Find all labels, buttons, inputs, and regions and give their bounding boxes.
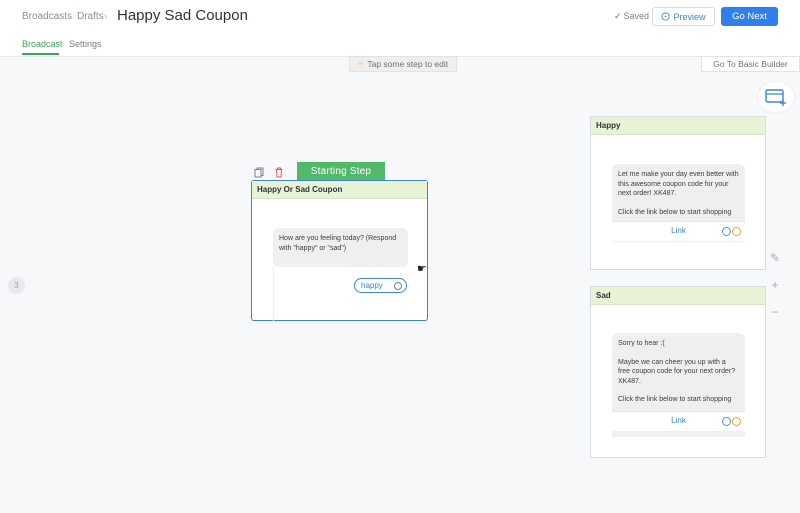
- coin-icon[interactable]: [732, 227, 741, 236]
- top-header: Broadcasts › Drafts › Happy Sad Coupon ✓…: [0, 0, 800, 56]
- zoom-out-icon[interactable]: −: [765, 302, 785, 322]
- divider: [273, 267, 274, 321]
- preview-label: Preview: [673, 11, 706, 22]
- step-card-happy[interactable]: Happy Let me make your day even better w…: [590, 116, 766, 270]
- cursor-icon: ☛: [417, 263, 427, 275]
- edit-hint-text: Tap some step to edit: [367, 59, 449, 69]
- link-icon[interactable]: [722, 227, 731, 236]
- quick-reply-happy[interactable]: happy: [354, 278, 407, 293]
- breadcrumb-broadcasts[interactable]: Broadcasts: [22, 11, 72, 22]
- chevron-right-icon: ›: [104, 11, 108, 22]
- step-toolbar: [254, 163, 284, 181]
- trash-icon[interactable]: [274, 167, 284, 178]
- message-text: Let me make your day even better with th…: [618, 171, 739, 197]
- link-icon[interactable]: [722, 417, 731, 426]
- coin-icon[interactable]: [732, 417, 741, 426]
- step-title: Sad: [591, 287, 765, 305]
- copy-icon[interactable]: [254, 167, 264, 178]
- step-count-badge[interactable]: 3: [8, 277, 25, 294]
- quick-reply-label: happy: [361, 281, 383, 290]
- message-text: Maybe we can cheer you up with a free co…: [618, 358, 736, 385]
- message-bubble[interactable]: How are you feeling today? (Respond with…: [273, 228, 408, 267]
- save-status-label: Saved: [623, 11, 650, 21]
- preview-button[interactable]: Preview: [652, 7, 715, 26]
- add-step-icon: [765, 89, 786, 106]
- check-icon: ✓: [614, 11, 622, 21]
- message-text: Click the link below to start shopping: [618, 396, 732, 403]
- edit-hint: ☝ Tap some step to edit: [349, 56, 457, 72]
- step-card-sad[interactable]: Sad Sorry to hear :( Maybe we can cheer …: [590, 286, 766, 458]
- add-step-button[interactable]: [758, 82, 794, 112]
- chevron-right-icon: ›: [67, 11, 71, 22]
- preview-icon: [661, 12, 671, 21]
- magic-wand-icon[interactable]: ✎: [765, 248, 785, 268]
- page-title[interactable]: Happy Sad Coupon: [117, 7, 248, 24]
- link-button-row[interactable]: Link: [612, 411, 745, 431]
- tab-broadcast[interactable]: Broadcast: [22, 39, 63, 49]
- go-next-button[interactable]: Go Next: [721, 7, 778, 26]
- step-title: Happy Or Sad Coupon: [252, 181, 427, 199]
- message-text: Click the link below to start shopping: [618, 208, 732, 216]
- connector-icon[interactable]: [394, 282, 402, 290]
- starting-step-tag: Starting Step: [297, 162, 385, 181]
- link-button-row[interactable]: Link: [612, 221, 745, 241]
- breadcrumb-drafts[interactable]: Drafts: [77, 11, 104, 22]
- hand-icon: ☝: [357, 58, 364, 69]
- message-text: Sorry to hear :(: [618, 340, 665, 347]
- zoom-in-icon[interactable]: +: [765, 275, 785, 295]
- basic-builder-button[interactable]: Go To Basic Builder: [701, 56, 800, 72]
- save-status: ✓ Saved: [614, 11, 649, 22]
- tab-settings[interactable]: Settings: [69, 39, 102, 49]
- active-tab-indicator: [22, 53, 59, 55]
- step-title: Happy: [591, 117, 765, 135]
- step-card-start[interactable]: Happy Or Sad Coupon How are you feeling …: [251, 180, 428, 321]
